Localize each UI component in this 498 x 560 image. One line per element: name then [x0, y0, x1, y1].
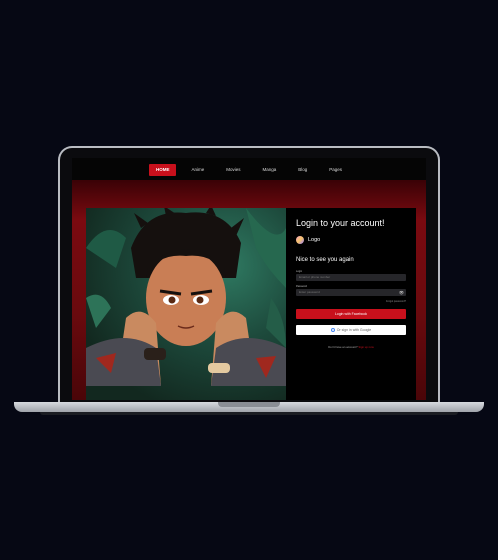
login-form: Login to your account! Logo Nice to see …	[286, 208, 416, 400]
signup-link[interactable]: Sign up now	[358, 345, 373, 349]
laptop-base-shadow	[40, 412, 458, 415]
facebook-login-button[interactable]: Login with Facebook	[296, 309, 406, 319]
login-input[interactable]: Email or phone number	[296, 274, 406, 281]
greeting: Nice to see you again	[296, 257, 354, 263]
logo-row: Logo	[296, 236, 406, 244]
logo-icon	[296, 236, 304, 244]
nav-pages[interactable]: Pages	[322, 164, 349, 176]
login-card: Login to your account! Logo Nice to see …	[86, 208, 416, 400]
google-login-button[interactable]: Or sign in with Google	[296, 325, 406, 335]
login-label: Login	[296, 270, 303, 273]
nav-home[interactable]: HOME	[148, 164, 177, 176]
anime-character-image	[86, 208, 286, 400]
signup-row: Don't have an account? Sign up now	[296, 345, 406, 349]
character-illustration	[86, 208, 286, 386]
eye-icon[interactable]: 👁	[399, 290, 404, 295]
top-nav: HOME Anime Movies Manga Blog Pages	[72, 164, 426, 176]
nav-blog[interactable]: Blog	[291, 164, 314, 176]
laptop-notch	[218, 402, 280, 407]
password-placeholder: Enter password	[299, 290, 320, 294]
forgot-password-link[interactable]: Forgot password?	[296, 300, 406, 303]
laptop-screen: HOME Anime Movies Manga Blog Pages Login…	[72, 158, 426, 400]
nav-manga[interactable]: Manga	[255, 164, 283, 176]
google-button-label: Or sign in with Google	[336, 328, 372, 332]
logo-text: Logo	[308, 237, 321, 243]
login-placeholder: Email or phone number	[299, 275, 331, 279]
password-input[interactable]: Enter password 👁	[296, 289, 406, 296]
nav-anime[interactable]: Anime	[184, 164, 211, 176]
form-title: Login to your account!	[296, 218, 385, 228]
google-icon	[330, 328, 335, 333]
signup-prompt: Don't have an account?	[328, 345, 358, 349]
hero-background: Login to your account! Logo Nice to see …	[72, 180, 426, 400]
laptop-lid: HOME Anime Movies Manga Blog Pages Login…	[58, 146, 440, 404]
nav-movies[interactable]: Movies	[219, 164, 247, 176]
password-label: Password	[296, 285, 307, 288]
